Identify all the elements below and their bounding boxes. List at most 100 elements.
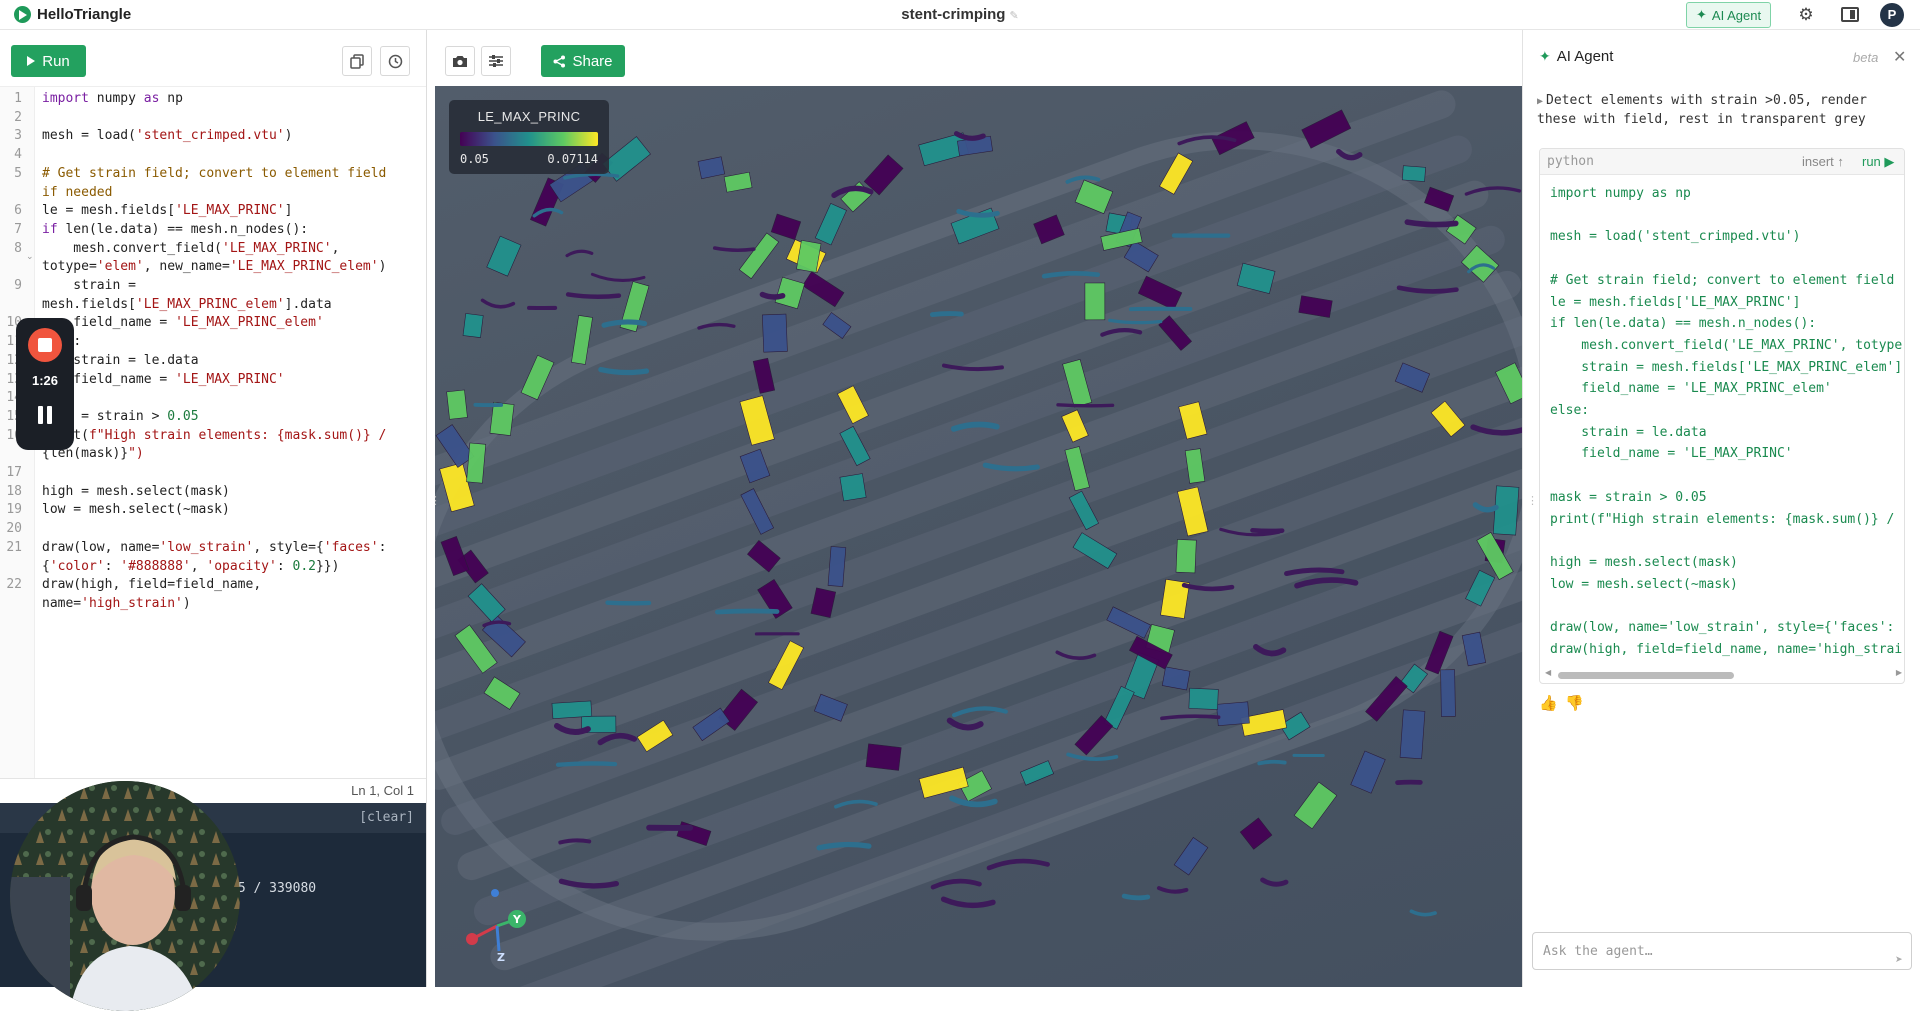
code-text: mesh.convert_field('LE_MAX_PRINC', bbox=[42, 240, 340, 256]
run-button-label: Run bbox=[42, 52, 70, 70]
panel-layout-icon[interactable] bbox=[1841, 7, 1859, 22]
share-button[interactable]: Share bbox=[541, 45, 625, 77]
code-suggestion-card: python insert ↑ run ▶ import numpy as np… bbox=[1539, 148, 1905, 684]
line-number: 8 bbox=[14, 240, 22, 256]
scroll-right-icon[interactable]: ▶ bbox=[1896, 668, 1902, 677]
suggested-code-line: print(f"High strain elements: {mask.sum(… bbox=[1550, 511, 1895, 527]
code-text: # Get strain field; convert to element f… bbox=[42, 165, 387, 181]
legend-title: LE_MAX_PRINC bbox=[477, 109, 581, 124]
cursor-position: Ln 1, Col 1 bbox=[351, 783, 414, 798]
suggested-code-line: mask = strain > 0.05 bbox=[1550, 489, 1707, 505]
scrollbar-thumb[interactable] bbox=[1558, 672, 1734, 679]
suggested-code-line: else: bbox=[1550, 403, 1590, 418]
line-number: 9 bbox=[14, 278, 22, 293]
run-code-button[interactable]: run ▶ bbox=[1862, 154, 1894, 170]
line-number: 6 bbox=[14, 203, 22, 219]
user-prompt-text: Detect elements with strain >0.05, rende… bbox=[1537, 93, 1867, 127]
play-icon bbox=[27, 56, 36, 66]
ai-agent-toggle-button[interactable]: ✦ AI Agent bbox=[1686, 2, 1772, 28]
code-text: field_name = 'LE_MAX_PRINC' bbox=[42, 371, 285, 387]
code-card-header: python insert ↑ run ▶ bbox=[1540, 149, 1904, 175]
suggested-code-line: if len(le.data) == mesh.n_nodes(): bbox=[1550, 316, 1817, 332]
line-number: 20 bbox=[6, 521, 22, 537]
suggested-code-line: # Get strain field; convert to element f… bbox=[1550, 272, 1895, 288]
insert-code-button[interactable]: insert ↑ bbox=[1802, 154, 1844, 169]
ai-panel-title-text: AI Agent bbox=[1556, 48, 1614, 65]
camera-icon[interactable] bbox=[445, 46, 475, 76]
code-text: if len(le.data) == mesh.n_nodes(): bbox=[42, 221, 309, 237]
app-logo[interactable]: HelloTriangle bbox=[14, 6, 131, 23]
code-text: print(f"High strain elements: {mask.sum(… bbox=[42, 427, 387, 443]
suggested-code-line: mesh.convert_field('LE_MAX_PRINC', totyp… bbox=[1550, 337, 1903, 353]
history-icon[interactable] bbox=[380, 46, 410, 76]
suggested-code-line: import numpy as np bbox=[1550, 186, 1691, 201]
ai-agent-panel: ✦ AI Agent beta ✕ ▶ Detect elements with … bbox=[1522, 30, 1920, 987]
user-avatar[interactable]: P bbox=[1880, 3, 1904, 27]
user-prompt-message[interactable]: ▶ Detect elements with strain >0.05, rend… bbox=[1537, 92, 1907, 129]
close-icon[interactable]: ✕ bbox=[1893, 47, 1906, 67]
orientation-axes: Y Z bbox=[466, 889, 526, 961]
suggested-code-line: low = mesh.select(~mask) bbox=[1550, 576, 1738, 592]
fold-chevron-icon[interactable]: ⌄ bbox=[26, 251, 34, 262]
line-number: 5 bbox=[14, 165, 22, 181]
code-text: if needed bbox=[42, 184, 113, 200]
axis-z-label: Z bbox=[497, 951, 505, 961]
color-legend: LE_MAX_PRINC 0.05 0.07114 bbox=[449, 100, 609, 174]
document-title-text[interactable]: stent-crimping bbox=[901, 6, 1005, 23]
thumbs-down-icon[interactable]: 👎 bbox=[1565, 694, 1584, 712]
suggested-code-line: field_name = 'LE_MAX_PRINC_elem' bbox=[1550, 381, 1832, 397]
line-number: 19 bbox=[6, 502, 22, 518]
copy-icon[interactable] bbox=[342, 46, 372, 76]
suggested-code-line: strain = mesh.fields['LE_MAX_PRINC_elem'… bbox=[1550, 359, 1903, 375]
run-button[interactable]: Run bbox=[11, 45, 86, 77]
stop-record-icon[interactable] bbox=[28, 328, 62, 362]
suggested-code[interactable]: import numpy as np mesh = load('stent_cri… bbox=[1550, 183, 1904, 663]
legend-min: 0.05 bbox=[460, 152, 489, 166]
line-number: 7 bbox=[14, 221, 22, 237]
beta-badge: beta bbox=[1853, 50, 1879, 65]
send-icon[interactable]: ➤ bbox=[1895, 954, 1903, 965]
code-text: draw(low, name='low_strain', style={'fac… bbox=[42, 539, 387, 555]
suggested-code-line: field_name = 'LE_MAX_PRINC' bbox=[1550, 446, 1793, 462]
gear-icon[interactable]: ⚙ bbox=[1795, 4, 1817, 26]
code-text: field_name = 'LE_MAX_PRINC_elem' bbox=[42, 315, 324, 331]
suggested-code-line: draw(low, name='low_strain', style={'fac… bbox=[1550, 620, 1895, 635]
ask-agent-input[interactable] bbox=[1532, 932, 1912, 970]
line-number: 4 bbox=[14, 147, 22, 163]
code-text: mesh.fields['LE_MAX_PRINC_elem'].data bbox=[42, 296, 332, 312]
pause-icon[interactable] bbox=[37, 406, 53, 424]
line-number: 18 bbox=[6, 483, 22, 499]
ai-agent-toggle-label: AI Agent bbox=[1711, 7, 1762, 23]
thumbs-up-icon[interactable]: 👍 bbox=[1539, 694, 1558, 712]
line-number: 21 bbox=[6, 539, 22, 555]
sliders-icon[interactable] bbox=[481, 46, 511, 76]
resize-handle-left[interactable]: ⋮ bbox=[430, 496, 441, 520]
viewport-toolbar: Share bbox=[435, 30, 1522, 86]
screen-recorder: 1:26 bbox=[16, 318, 74, 450]
suggested-code-line: high = mesh.select(mask) bbox=[1550, 554, 1738, 570]
line-number: 3 bbox=[14, 128, 22, 144]
ai-panel-title: ✦ AI Agent bbox=[1539, 48, 1613, 65]
legend-colorbar bbox=[460, 132, 598, 146]
suggested-code-line: strain = le.data bbox=[1550, 424, 1707, 440]
resize-handle-right[interactable]: ⋮ bbox=[1527, 496, 1538, 520]
line-number: 2 bbox=[14, 109, 22, 125]
line-number: 17 bbox=[6, 465, 22, 480]
record-timer: 1:26 bbox=[31, 373, 59, 388]
suggested-code-line: mesh = load('stent_crimped.vtu') bbox=[1550, 229, 1801, 245]
top-bar: HelloTriangle stent-crimping ✎ ✦ AI Agent… bbox=[0, 0, 1920, 30]
editor-status-bar: Ln 1, Col 1 bbox=[0, 778, 426, 800]
scroll-left-icon[interactable]: ◀ bbox=[1545, 668, 1551, 677]
code-horizontal-scrollbar[interactable]: ◀ ▶ bbox=[1545, 668, 1902, 679]
expand-caret-icon[interactable]: ▶ bbox=[1537, 96, 1543, 107]
code-text: strain = bbox=[42, 278, 136, 293]
pencil-icon[interactable]: ✎ bbox=[1009, 10, 1018, 22]
console-clear-button[interactable]: [clear] bbox=[359, 810, 414, 825]
axis-y-label: Y bbox=[512, 913, 522, 926]
3d-viewport[interactable]: LE_MAX_PRINC 0.05 0.07114 Y Z bbox=[435, 86, 1522, 987]
legend-max: 0.07114 bbox=[547, 152, 598, 166]
sparkle-icon: ✦ bbox=[1539, 48, 1551, 64]
suggested-code-line: le = mesh.fields['LE_MAX_PRINC'] bbox=[1550, 294, 1801, 310]
share-icon bbox=[553, 55, 566, 67]
stent-mesh-render[interactable] bbox=[435, 86, 1522, 987]
